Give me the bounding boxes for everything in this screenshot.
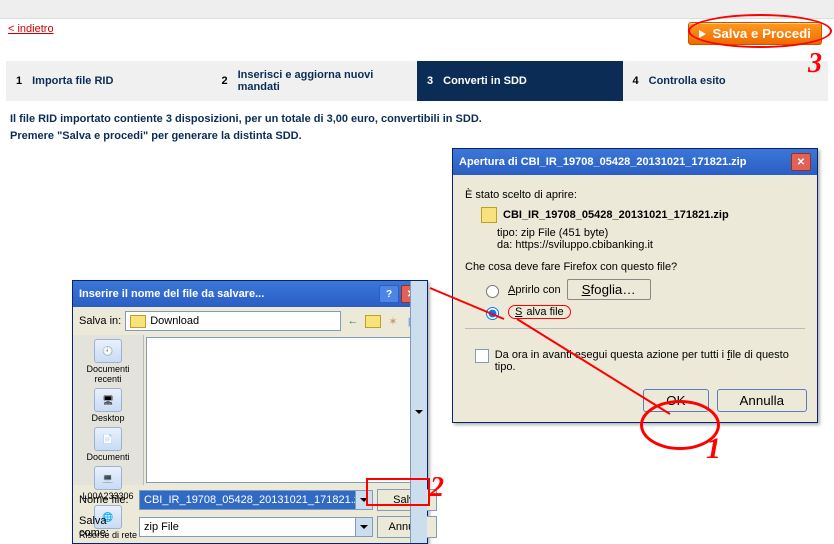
step-3-active[interactable]: 3 Converti in SDD [417,61,623,101]
file-list[interactable] [146,337,425,483]
browse-button[interactable]: Sfoglia… [567,279,651,300]
ff-from-value: https://sviluppo.cbibanking.it [515,239,653,251]
new-folder-icon[interactable]: ✶ [385,313,401,329]
annotation-ring-savefile: Salva file [508,305,571,319]
ff-from-label: da: [497,239,512,251]
filename-input[interactable]: CBI_IR_19708_05428_20131021_171821.zip [139,490,373,510]
step-3-title: Converti in SDD [443,75,527,87]
annotation-number-1: 1 [706,432,721,466]
ff-type-label: tipo: [497,227,518,239]
remember-checkbox[interactable] [475,349,489,363]
ff-title: Apertura di CBI_IR_19708_05428_20131021_… [459,156,746,168]
place-documents-label: Documenti [86,452,129,462]
documents-icon: 📄 [94,427,122,451]
save-titlebar[interactable]: Inserire il nome del file da salvare... … [73,281,427,307]
cancel-button[interactable]: Annulla [717,389,807,412]
radio-open-with[interactable] [486,285,499,298]
step-2-title: Inserisci e aggiorna nuovi mandati [238,69,407,93]
step-4[interactable]: 4 Controlla esito [623,61,829,101]
recent-documents-icon: 🕘 [94,339,122,363]
zip-file-icon [481,207,497,223]
place-desktop-label: Desktop [91,413,124,423]
desktop-icon: 🖥 [94,388,122,412]
step-3-num: 3 [427,75,433,87]
radio-save-file[interactable] [486,307,499,320]
ff-prompt-2: Che cosa deve fare Firefox con questo fi… [465,261,805,273]
place-recent[interactable]: 🕘Documenti recenti [75,339,141,384]
filename-label: Nome file: [79,494,135,506]
savein-combo[interactable]: Download [125,311,341,331]
wizard-steps: 1 Importa file RID 2 Inserisci e aggiorna … [6,61,828,101]
place-documents[interactable]: 📄Documenti [86,427,129,462]
savein-value: Download [150,315,199,327]
place-desktop[interactable]: 🖥Desktop [91,388,124,423]
ff-type-value: zip File (451 byte) [521,227,608,239]
folder-icon [130,315,146,328]
save-and-proceed-button[interactable]: Salva e Procedi [688,22,822,45]
remember-label: Da ora in avanti esegui questa azione pe… [495,349,805,373]
savetype-combo[interactable]: zip File [139,517,373,537]
arrow-right-icon [699,30,706,38]
annotation-number-2: 2 [430,472,444,504]
step-1-num: 1 [16,75,22,87]
help-icon[interactable]: ? [379,285,399,303]
step-1-title: Importa file RID [32,75,113,87]
savetype-value: zip File [144,521,179,533]
place-recent-label: Documenti recenti [75,364,141,384]
info-text: Il file RID importato contiente 3 dispos… [0,101,834,144]
info-line-1: Il file RID importato contiente 3 dispos… [10,111,824,128]
step-2-num: 2 [222,75,228,87]
info-line-2: Premere "Salva e procedi" per generare l… [10,128,824,145]
proceed-label: Salva e Procedi [712,26,811,41]
save-title: Inserire il nome del file da salvare... [79,288,264,300]
proceed-area: Salva e Procedi 3 [688,22,822,45]
annotation-rect-salva [366,478,430,506]
filename-value: CBI_IR_19708_05428_20131021_171821.zip [144,494,368,506]
firefox-download-dialog: Apertura di CBI_IR_19708_05428_20131021_… [452,148,818,423]
back-icon[interactable]: ← [345,313,361,329]
radio-open-label: Aprirlo con [508,284,561,296]
annotation-number-3: 3 [808,48,822,80]
back-link[interactable]: < indietro [0,19,62,39]
places-bar: 🕘Documenti recenti 🖥Desktop 📄Documenti 💻… [73,335,144,485]
step-4-title: Controlla esito [649,75,726,87]
savetype-label: Salva come: [79,515,135,539]
ff-titlebar[interactable]: Apertura di CBI_IR_19708_05428_20131021_… [453,149,817,175]
savein-label: Salva in: [79,315,121,327]
ff-filename: CBI_IR_19708_05428_20131021_171821.zip [503,209,729,221]
step-2[interactable]: 2 Inserisci e aggiorna nuovi mandati [212,61,418,101]
up-one-level-icon[interactable] [365,313,381,329]
close-icon[interactable]: ✕ [791,153,811,171]
computer-icon: 💻 [94,466,122,490]
savetype-chevron-icon[interactable] [355,518,372,536]
page-topbar [0,0,834,19]
step-1[interactable]: 1 Importa file RID [6,61,212,101]
save-cancel-button[interactable]: Annulla [377,516,437,538]
step-4-num: 4 [633,75,639,87]
ff-prompt-1: È stato scelto di aprire: [465,189,805,201]
